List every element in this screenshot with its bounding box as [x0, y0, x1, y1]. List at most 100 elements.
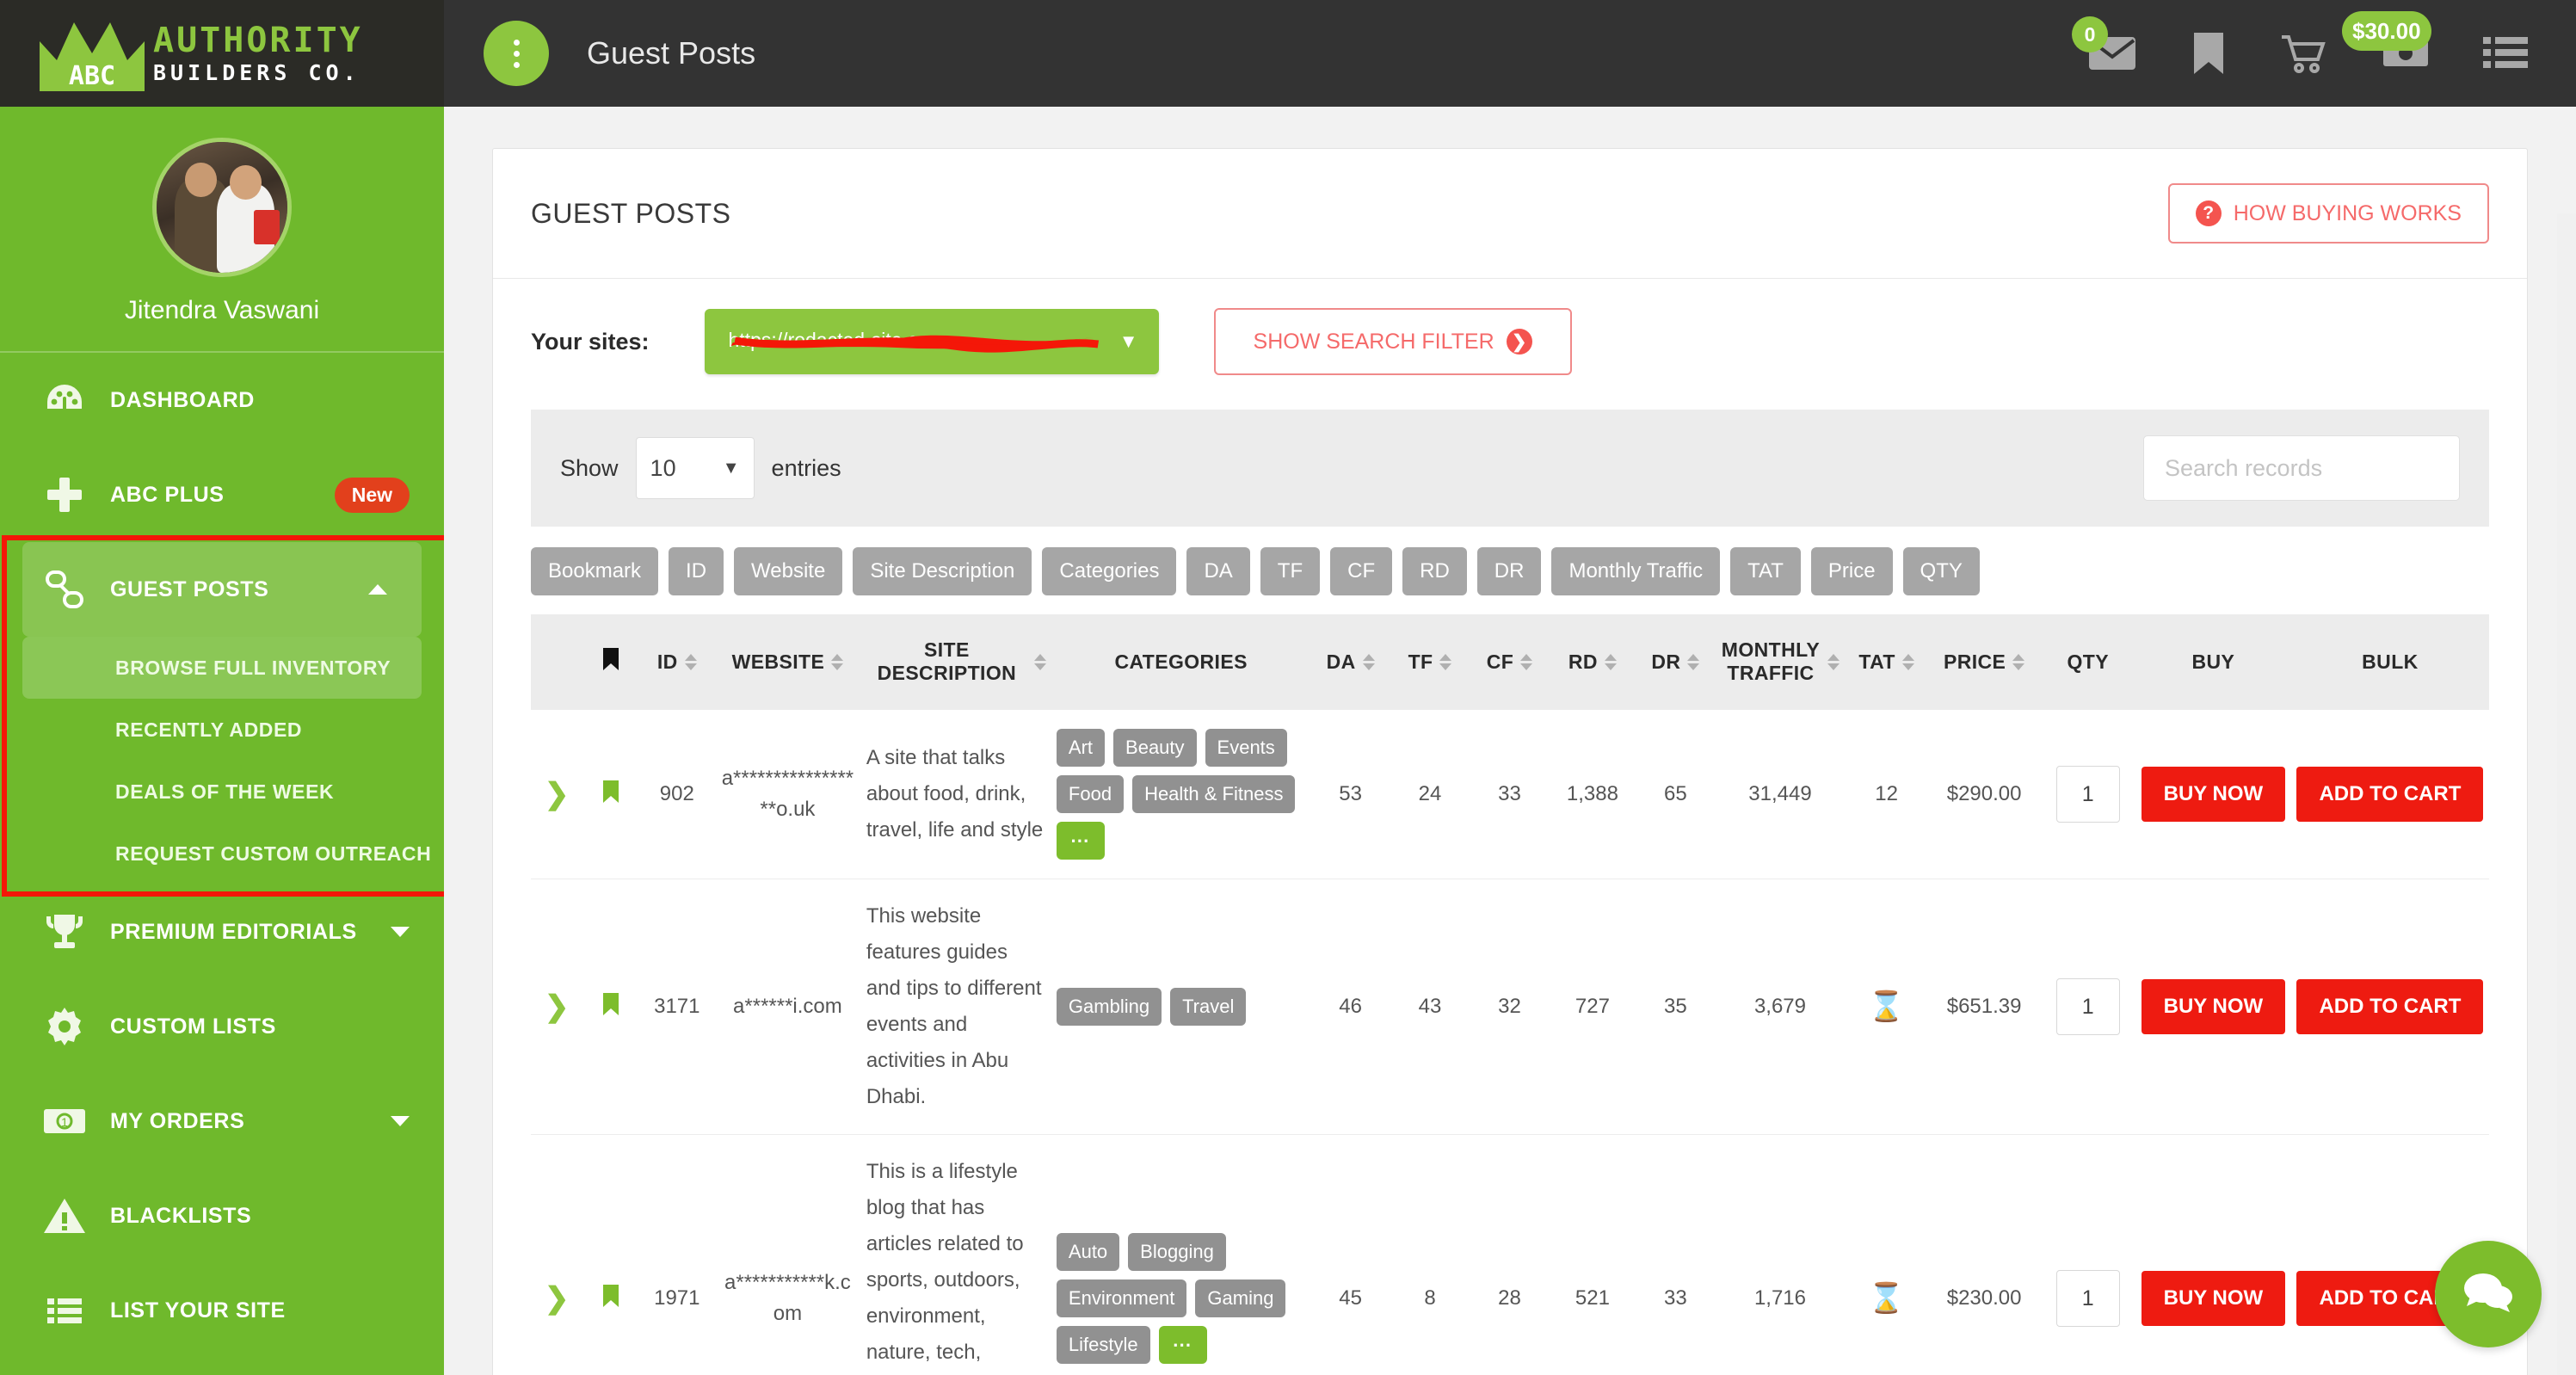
chat-bubbles-icon: [2460, 1267, 2517, 1322]
show-search-filter-button[interactable]: SHOW SEARCH FILTER ❯: [1213, 308, 1572, 375]
quantity-input[interactable]: [2055, 1270, 2120, 1327]
bookmark-icon[interactable]: [601, 780, 620, 809]
column-toggle[interactable]: Bookmark: [531, 547, 659, 595]
table-body: ❯ 902 a*****************o.uk A site that…: [531, 709, 2489, 1375]
sort-arrows-icon: [1827, 653, 1840, 670]
balance-button[interactable]: $30.00: [2342, 11, 2431, 73]
category-tag: Environment: [1056, 1279, 1187, 1317]
guest-posts-panel: GUEST POSTS ? HOW BUYING WORKS Your site…: [492, 148, 2528, 1375]
row-bulk-cell: ADD TO CART: [2290, 879, 2489, 1135]
bookmark-icon[interactable]: [601, 992, 620, 1021]
chevron-right-icon[interactable]: ❯: [545, 778, 570, 811]
row-price: $290.00: [1927, 709, 2041, 879]
column-toggle[interactable]: DA: [1186, 547, 1250, 595]
bookmark-icon[interactable]: [601, 1284, 620, 1313]
sidebar-item-abc-plus[interactable]: ABC PLUS New: [0, 447, 444, 542]
more-categories-button[interactable]: ⋯: [1056, 822, 1105, 860]
chevron-down-icon: ▼: [722, 458, 740, 478]
col-cf[interactable]: CF: [1470, 614, 1550, 710]
row-expand-cell[interactable]: ❯: [531, 709, 583, 879]
column-toggle[interactable]: RD: [1402, 547, 1467, 595]
quantity-input[interactable]: [2055, 978, 2120, 1035]
how-buying-works-button[interactable]: ? HOW BUYING WORKS: [2167, 183, 2489, 244]
row-bookmark-cell[interactable]: [582, 879, 640, 1135]
col-dr[interactable]: DR: [1636, 614, 1716, 710]
row-expand-cell[interactable]: ❯: [531, 1134, 583, 1375]
table-header-row: ID WEBSITE SITE DESCRIPTION CATEGORIES D…: [531, 614, 2489, 710]
bookmarks-button[interactable]: [2191, 31, 2227, 76]
col-id[interactable]: ID: [639, 614, 714, 710]
buy-now-button[interactable]: BUY NOW: [2141, 979, 2286, 1034]
sort-arrows-icon: [1439, 653, 1452, 670]
column-toggle[interactable]: Categories: [1042, 547, 1177, 595]
balance-badge: $30.00: [2342, 11, 2431, 51]
list-menu-button[interactable]: [2483, 34, 2528, 73]
sidebar-item-custom-lists[interactable]: CUSTOM LISTS: [0, 979, 444, 1074]
column-toggle[interactable]: QTY: [1902, 547, 1980, 595]
column-toggle[interactable]: Price: [1810, 547, 1893, 595]
cart-button[interactable]: [2280, 32, 2328, 75]
column-toggle[interactable]: Monthly Traffic: [1551, 547, 1721, 595]
brand-logo[interactable]: ABC AUTHORITY BUILDERS CO.: [0, 0, 444, 107]
sidebar-item-my-orders[interactable]: 1 MY ORDERS: [0, 1074, 444, 1168]
category-tag: Beauty: [1113, 729, 1197, 767]
avatar[interactable]: [152, 138, 292, 277]
sidebar-subitem-request-custom-outreach[interactable]: REQUEST CUSTOM OUTREACH: [0, 823, 444, 885]
sidebar-item-list-your-site[interactable]: LIST YOUR SITE: [0, 1263, 444, 1358]
col-bookmark[interactable]: [582, 614, 640, 710]
sidebar-subitem-browse-full-inventory[interactable]: BROWSE FULL INVENTORY: [22, 637, 422, 699]
col-tf[interactable]: TF: [1390, 614, 1470, 710]
col-monthly-traffic[interactable]: MONTHLY TRAFFIC: [1715, 614, 1846, 710]
chevron-right-icon[interactable]: ❯: [545, 990, 570, 1023]
sidebar-item-guest-posts[interactable]: GUEST POSTS: [22, 542, 422, 637]
category-tag: Food: [1056, 775, 1125, 813]
sidebar-item-dashboard[interactable]: DASHBOARD: [0, 353, 444, 447]
search-input[interactable]: [2143, 435, 2460, 501]
row-bookmark-cell[interactable]: [582, 709, 640, 879]
col-website[interactable]: WEBSITE: [714, 614, 861, 710]
show-label: Show: [560, 454, 619, 481]
row-bookmark-cell[interactable]: [582, 1134, 640, 1375]
col-da[interactable]: DA: [1310, 614, 1390, 710]
sort-arrows-icon: [1901, 653, 1914, 670]
sidebar-item-label: PREMIUM EDITORIALS: [110, 919, 357, 944]
sidebar-item-premium-editorials[interactable]: PREMIUM EDITORIALS: [0, 885, 444, 979]
buy-now-button[interactable]: BUY NOW: [2141, 1271, 2286, 1326]
row-tf: 43: [1390, 879, 1470, 1135]
column-toggle[interactable]: Site Description: [853, 547, 1032, 595]
col-price[interactable]: PRICE: [1927, 614, 2041, 710]
sidebar-item-blacklists[interactable]: BLACKLISTS: [0, 1168, 444, 1263]
col-rd[interactable]: RD: [1549, 614, 1636, 710]
row-dr: 65: [1636, 709, 1716, 879]
show-entries-group: Show 10 ▼ entries: [560, 437, 841, 499]
chat-widget-button[interactable]: [2435, 1241, 2542, 1347]
column-toggle[interactable]: TAT: [1730, 547, 1801, 595]
column-toggle[interactable]: TF: [1260, 547, 1321, 595]
page-scrollbar[interactable]: [2557, 213, 2576, 1375]
row-dr: 33: [1636, 1134, 1716, 1375]
category-tag: Lifestyle: [1056, 1326, 1150, 1364]
chevron-right-icon[interactable]: ❯: [545, 1282, 570, 1315]
column-toggle[interactable]: DR: [1476, 547, 1542, 595]
sidebar-subitem-recently-added[interactable]: RECENTLY ADDED: [0, 699, 444, 761]
chevron-up-icon: [368, 584, 387, 595]
sidebar-item-label: CUSTOM LISTS: [110, 1014, 276, 1039]
messages-button[interactable]: 0: [2072, 16, 2137, 73]
add-to-cart-button[interactable]: ADD TO CART: [2296, 767, 2484, 822]
row-expand-cell[interactable]: ❯: [531, 879, 583, 1135]
page-length-select[interactable]: 10 ▼: [635, 437, 755, 499]
column-toggle[interactable]: ID: [669, 547, 724, 595]
quantity-input[interactable]: [2055, 766, 2120, 823]
vertical-dots-icon[interactable]: [484, 21, 549, 86]
col-tat[interactable]: TAT: [1845, 614, 1928, 710]
buy-now-button[interactable]: BUY NOW: [2141, 767, 2286, 822]
more-categories-button[interactable]: ⋯: [1158, 1326, 1207, 1364]
sidebar-subitem-deals-of-the-week[interactable]: DEALS OF THE WEEK: [0, 761, 444, 823]
column-toggle[interactable]: CF: [1330, 547, 1393, 595]
row-description: This is a lifestyle blog that has articl…: [860, 1134, 1051, 1375]
your-sites-select[interactable]: https://redacted-site.com ▼: [704, 309, 1159, 374]
filter-row: Your sites: https://redacted-site.com ▼ …: [493, 279, 2527, 410]
col-site-description[interactable]: SITE DESCRIPTION: [860, 614, 1051, 710]
add-to-cart-button[interactable]: ADD TO CART: [2296, 979, 2484, 1034]
column-toggle[interactable]: Website: [734, 547, 843, 595]
